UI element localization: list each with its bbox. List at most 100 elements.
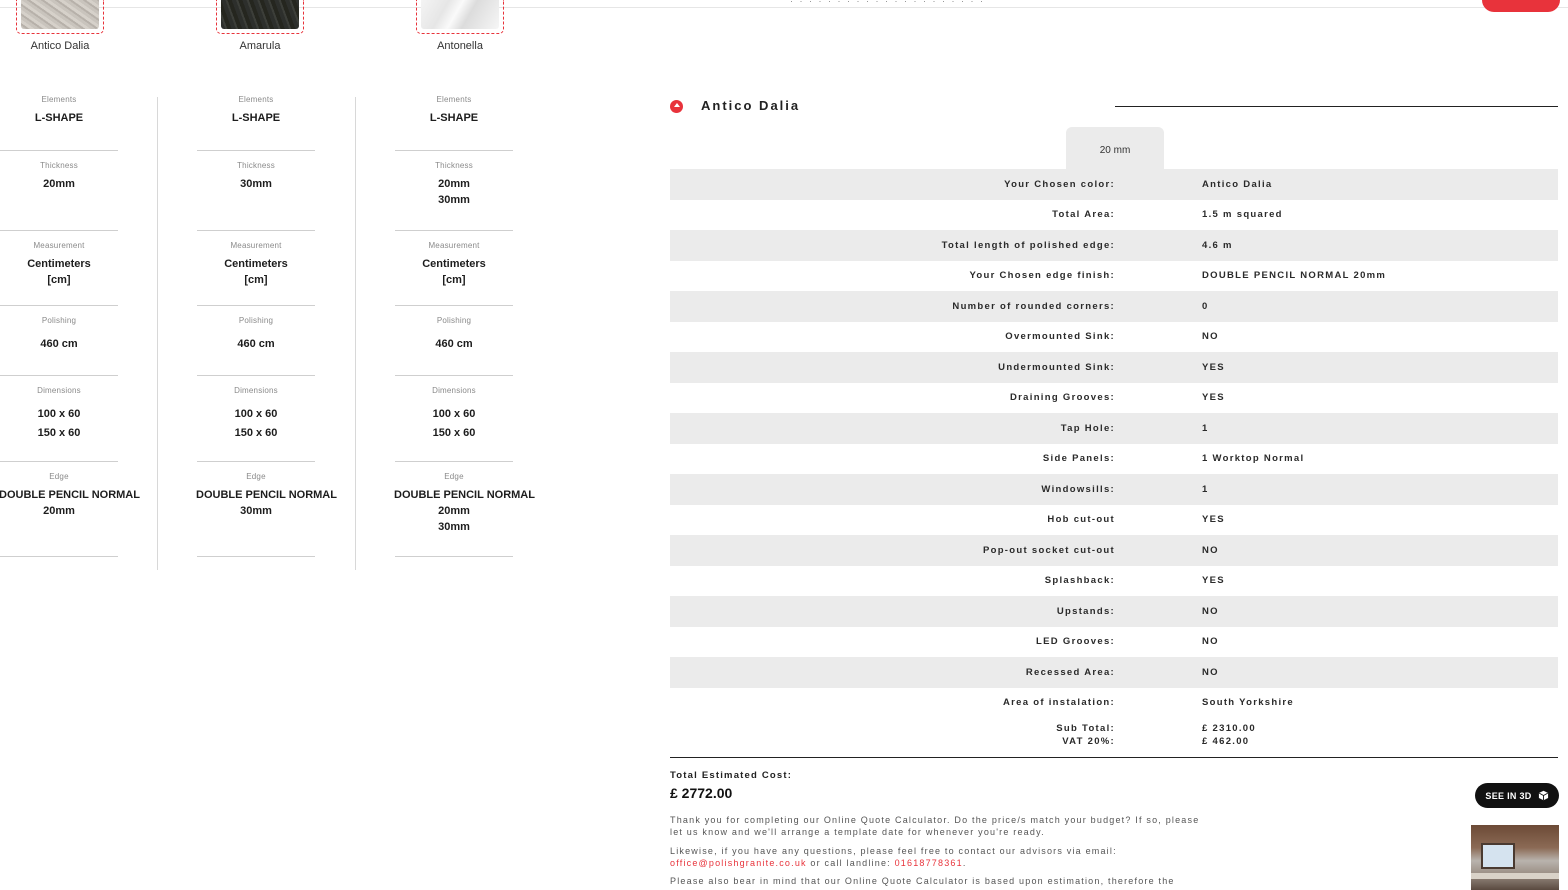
spec-label: Elements (238, 95, 274, 104)
summary-key: Upstands: (1056, 605, 1115, 617)
summary-row: Your Chosen color: Antico Dalia (670, 169, 1558, 200)
contact-note-mid: or call landline: (806, 857, 895, 868)
title-rule (1115, 106, 1558, 107)
spec-thickness: Thickness 30mm (196, 161, 316, 192)
summary-value: Antico Dalia (1202, 178, 1273, 190)
spec-label: Dimensions (234, 386, 278, 395)
swatch-label: Antonella (437, 40, 483, 52)
total-estimated-label: Total Estimated Cost: (670, 770, 793, 781)
spec-value: 30mm (240, 505, 272, 517)
summary-row: Pop-out socket cut-out NO (670, 535, 1558, 566)
kitchen-preview-image[interactable] (1471, 825, 1559, 890)
summary-key: Your Chosen color: (1004, 178, 1115, 190)
summary-value: NO (1202, 544, 1219, 556)
summary-row: LED Grooves: NO (670, 627, 1558, 658)
spec-divider (197, 375, 315, 376)
spec-value: Centimeters (224, 258, 288, 270)
contact-note-text: Likewise, if you have any questions, ple… (670, 846, 1117, 856)
summary-value: YES (1202, 361, 1225, 373)
column-divider (157, 97, 158, 570)
spec-value: 20mm (43, 178, 75, 190)
spec-divider (0, 150, 118, 151)
spec-divider (0, 556, 118, 557)
summary-key: Recessed Area: (1025, 666, 1115, 678)
spec-thickness: Thickness 20mm (0, 161, 119, 192)
spec-value: DOUBLE PENCIL NORMAL (394, 489, 535, 501)
phone-link[interactable]: 01618778361 (895, 858, 963, 868)
total-estimated-value: £ 2772.00 (670, 785, 733, 801)
summary-row: Area of instalation: South Yorkshire (670, 688, 1558, 719)
summary-value: South Yorkshire (1202, 697, 1294, 709)
summary-key: Area of instalation: (1002, 697, 1115, 709)
spec-divider (197, 556, 315, 557)
spec-elements: Elements L-SHAPE (394, 95, 514, 126)
summary-row: Total length of polished edge: 4.6 m (670, 230, 1558, 261)
cube-icon (1538, 790, 1548, 801)
swatch-antico-dalia[interactable] (16, 0, 104, 34)
spec-divider (395, 556, 513, 557)
summary-key: Splashback: (1044, 575, 1115, 587)
total-rule (670, 757, 1558, 758)
spec-measurement: Measurement Centimeters [cm] (0, 241, 119, 288)
spec-value: 100 x 60 (234, 408, 278, 420)
contact-note: Likewise, if you have any questions, ple… (670, 846, 1210, 869)
spec-value: [cm] (244, 274, 268, 286)
spec-label: Dimensions (432, 386, 476, 395)
summary-value: YES (1202, 575, 1225, 587)
summary-key: Pop-out socket cut-out (982, 544, 1115, 556)
summary-key: Windowsills: (1041, 483, 1115, 495)
spec-measurement: Measurement Centimeters [cm] (196, 241, 316, 288)
spec-label: Polishing (41, 316, 77, 325)
summary-row: Total Area: 1.5 m squared (670, 200, 1558, 231)
swatch-label: Antico Dalia (30, 40, 90, 52)
subtotal-label: Sub Total: (1056, 723, 1115, 734)
spec-label: Edge (49, 472, 69, 481)
spec-divider (395, 230, 513, 231)
spec-label: Elements (436, 95, 472, 104)
spec-polishing: Polishing 460 cm (196, 316, 316, 352)
summary-key: Side Panels: (1042, 453, 1115, 465)
tab-20mm[interactable]: 20 mm (1066, 127, 1164, 169)
spec-value: 150 x 60 (234, 427, 278, 439)
top-red-button[interactable] (1482, 0, 1560, 12)
summary-row: Number of rounded corners: 0 (670, 291, 1558, 322)
email-link[interactable]: office@polishgranite.co.uk (670, 858, 807, 868)
summary-value: YES (1202, 392, 1225, 404)
spec-measurement: Measurement Centimeters [cm] (394, 241, 514, 288)
spec-value: Centimeters (27, 258, 91, 270)
spec-elements: Elements L-SHAPE (0, 95, 119, 126)
see-in-3d-button[interactable]: SEE IN 3D (1475, 783, 1559, 808)
summary-value: 4.6 m (1202, 239, 1233, 251)
summary-row: Tap Hole: 1 (670, 413, 1558, 444)
collapse-icon[interactable] (670, 100, 683, 113)
vat-label: VAT 20%: (1062, 736, 1115, 747)
summary-row: Recessed Area: NO (670, 657, 1558, 688)
swatch-antonella[interactable] (416, 0, 504, 34)
thank-you-note: Thank you for completing our Online Quot… (670, 815, 1200, 837)
swatch-amarula[interactable] (216, 0, 304, 34)
summary-row: Hob cut-out YES (670, 505, 1558, 536)
summary-value: 0 (1202, 300, 1209, 312)
spec-divider (395, 461, 513, 462)
vat-value: £ 462.00 (1202, 736, 1250, 747)
quote-summary-table: Your Chosen color: Antico Dalia Total Area… (670, 169, 1558, 718)
spec-value: [cm] (47, 274, 71, 286)
spec-value: 30mm (240, 178, 272, 190)
summary-value: NO (1202, 605, 1219, 617)
spec-label: Polishing (436, 316, 472, 325)
spec-divider (197, 150, 315, 151)
summary-value: NO (1202, 666, 1219, 678)
summary-row: Side Panels: 1 Worktop Normal (670, 444, 1558, 475)
stone-title: Antico Dalia (701, 98, 801, 113)
spec-value: DOUBLE PENCIL NORMAL (0, 489, 140, 501)
summary-value: 1.5 m squared (1202, 209, 1283, 221)
spec-divider (0, 461, 118, 462)
spec-dimensions: Dimensions 100 x 60 150 x 60 (0, 386, 119, 441)
spec-divider (197, 230, 315, 231)
top-cut-text: · · · · · · · · · · · · · · · · · · · · … (790, 0, 985, 6)
spec-label: Thickness (237, 161, 275, 170)
spec-label: Dimensions (37, 386, 81, 395)
summary-value: 1 Worktop Normal (1202, 453, 1305, 465)
summary-value: NO (1202, 636, 1219, 648)
spec-divider (395, 305, 513, 306)
